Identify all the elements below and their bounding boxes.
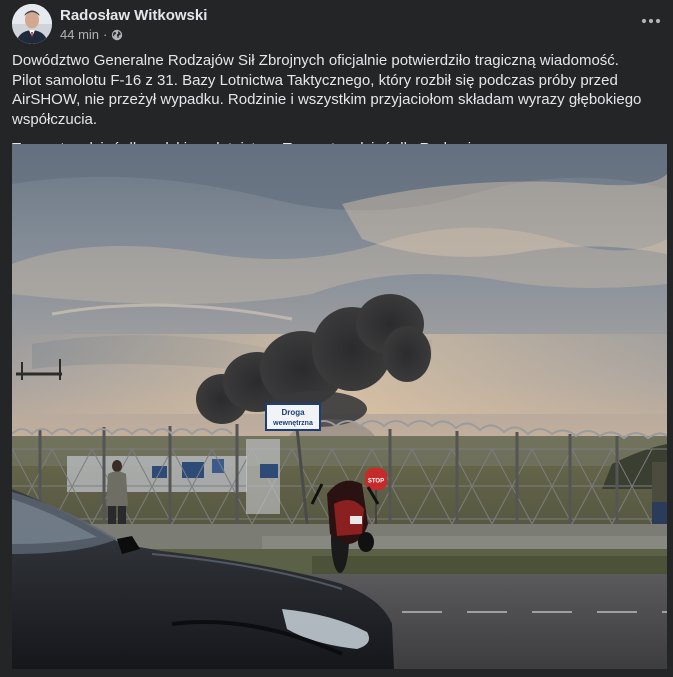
author-name[interactable]: Radosław Witkowski [60,6,207,25]
stop-sign-text: STOP [368,479,384,485]
post-photo[interactable]: Droga wewnętrzna STOP [12,144,667,669]
post-options-button[interactable] [635,5,667,37]
post-card: Radosław Witkowski 44 min · Dowództwo Ge… [0,0,673,677]
post-timestamp[interactable]: 44 min [60,26,99,43]
avatar-image [12,4,52,44]
road-sign-line1: Droga [281,408,305,417]
post-time-row: 44 min · [60,26,207,43]
author-avatar[interactable] [12,4,52,44]
road-sign-line2: wewnętrzna [272,420,313,427]
meta-separator: · [103,26,108,42]
ellipsis-icon [641,18,661,24]
crash-smoke-photo: Droga wewnętrzna STOP [12,144,667,669]
post-header: Radosław Witkowski 44 min · [12,3,661,45]
post-meta: Radosław Witkowski 44 min · [60,6,207,43]
post-paragraph: Dowództwo Generalne Rodzajów Sił Zbrojny… [12,52,642,128]
globe-icon [111,28,123,41]
